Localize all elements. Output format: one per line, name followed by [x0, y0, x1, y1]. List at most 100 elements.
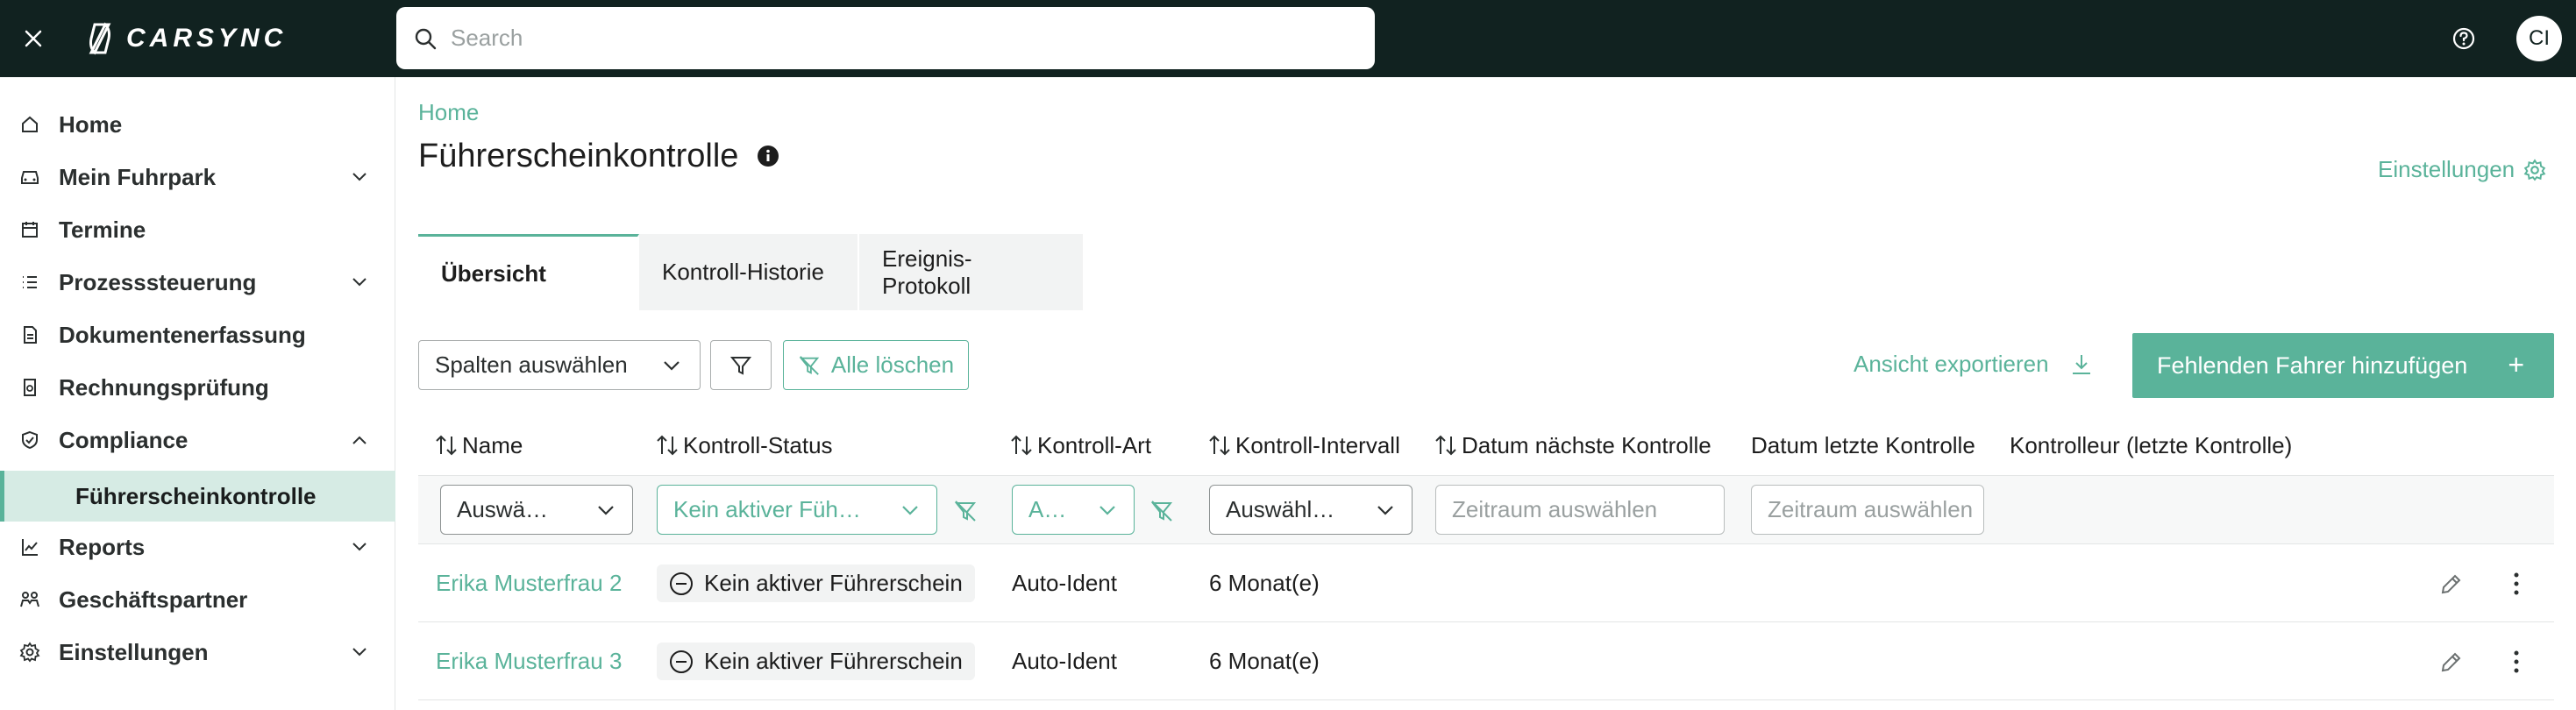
calendar-icon — [19, 219, 40, 240]
status-filter-select[interactable]: Kein aktiver Füh… — [657, 485, 937, 535]
tab-ereignis-protokoll[interactable]: Ereignis-Protokoll — [859, 234, 1085, 310]
help-icon[interactable] — [2448, 23, 2480, 54]
list-icon — [19, 272, 40, 293]
sidebar-item-home[interactable]: Home — [0, 99, 395, 150]
chevron-down-icon — [900, 500, 921, 527]
column-header-datum-letzte-kontrolle: Datum letzte Kontrolle — [1751, 431, 1975, 458]
add-missing-driver-button[interactable]: Fehlenden Fahrer hinzufügen + — [2132, 333, 2554, 398]
settings-link-label: Einstellungen — [2378, 156, 2516, 182]
selected-indicator — [0, 471, 4, 522]
info-icon[interactable] — [757, 145, 779, 167]
sidebar-item-label: Einstellungen — [59, 638, 209, 665]
column-header-name[interactable]: Name — [434, 415, 523, 476]
sidebar-item-label: Home — [59, 110, 123, 138]
sidebar-item-prozesssteuerung[interactable]: Prozesssteuerung — [0, 257, 395, 308]
edit-icon[interactable] — [2438, 571, 2465, 597]
intervall-cell: 6 Monat(e) — [1209, 648, 1320, 674]
columns-select[interactable]: Spalten auswählen — [418, 340, 701, 390]
chevron-down-icon — [349, 167, 370, 188]
status-cell: Kein aktiver Führerschein — [657, 622, 975, 700]
name-filter-select[interactable]: Auswä… — [440, 485, 633, 535]
chevron-down-icon — [349, 536, 370, 557]
home-icon — [19, 114, 40, 135]
search-bar[interactable] — [396, 7, 1375, 69]
art-filter-select[interactable]: A… — [1012, 485, 1135, 535]
gear-icon — [19, 642, 40, 663]
car-icon — [19, 167, 40, 188]
sidebar-item-compliance[interactable]: Compliance — [0, 415, 395, 465]
sidebar-item-rechnungspruefung[interactable]: Rechnungsprüfung — [0, 362, 395, 413]
last-date-filter-input[interactable] — [1751, 485, 1984, 535]
sort-icon — [657, 435, 678, 456]
chevron-down-icon — [661, 355, 682, 382]
breadcrumb-home[interactable]: Home — [418, 99, 479, 126]
clear-filters-label: Alle löschen — [830, 351, 955, 378]
status-chip: Kein aktiver Führerschein — [657, 643, 975, 680]
minus-circle-icon — [670, 650, 693, 673]
settings-link[interactable]: Einstellungen — [2378, 156, 2546, 183]
chart-icon — [19, 536, 40, 557]
column-header-kontroll-art[interactable]: Kontroll-Art — [1009, 415, 1151, 476]
shield-check-icon — [19, 430, 40, 451]
driver-name-link[interactable]: Erika Musterfrau 2 — [436, 544, 622, 622]
sidebar-item-mein-fuhrpark[interactable]: Mein Fuhrpark — [0, 152, 395, 202]
sidebar-item-einstellungen[interactable]: Einstellungen — [0, 627, 395, 678]
close-icon[interactable] — [18, 23, 49, 54]
sidebar-item-label: Dokumentenerfassung — [59, 321, 306, 348]
add-missing-driver-label: Fehlenden Fahrer hinzufügen — [2157, 351, 2468, 379]
search-input[interactable] — [451, 25, 1327, 52]
tab-kontroll-historie[interactable]: Kontroll-Historie — [639, 234, 859, 310]
table-row: Erika Musterfrau 3 Kein aktiver Führersc… — [418, 622, 2554, 700]
chevron-up-icon — [349, 430, 370, 451]
table-row: Erika Musterfrau 2 Kein aktiver Führersc… — [418, 544, 2554, 622]
more-options-icon[interactable] — [2503, 649, 2530, 675]
chevron-down-icon — [1097, 500, 1118, 527]
status-filter-clear-icon[interactable] — [953, 499, 978, 523]
intervall-cell: 6 Monat(e) — [1209, 570, 1320, 596]
tab-bar: Übersicht Kontroll-Historie Ereignis-Pro… — [418, 234, 1085, 310]
sidebar-item-label: Mein Fuhrpark — [59, 163, 217, 190]
sidebar: Home Mein Fuhrpark Termine Prozesssteuer… — [0, 77, 395, 710]
sidebar-item-geschaeftspartner[interactable]: Geschäftspartner — [0, 574, 395, 625]
filter-button[interactable] — [710, 340, 772, 390]
edit-icon[interactable] — [2438, 649, 2465, 675]
sidebar-subitem-fuehrerscheinkontrolle[interactable]: Führerscheinkontrolle — [0, 471, 395, 522]
art-cell: Auto-Ident — [1012, 648, 1117, 674]
driver-name-link[interactable]: Erika Musterfrau 3 — [436, 622, 622, 700]
avatar[interactable]: CI — [2516, 16, 2562, 61]
sidebar-item-reports[interactable]: Reports — [0, 522, 395, 572]
sidebar-item-termine[interactable]: Termine — [0, 204, 395, 255]
column-header-kontroll-intervall[interactable]: Kontroll-Intervall — [1207, 415, 1400, 476]
filter-row: Auswä… Kein aktiver Füh… A… Auswähl… — [418, 476, 2554, 544]
column-header-kontroll-status[interactable]: Kontroll-Status — [655, 415, 833, 476]
page-title: Führerscheinkontrolle — [418, 138, 739, 174]
top-bar: CARSYNC CI — [0, 0, 2576, 77]
carsync-logo-icon — [89, 22, 111, 55]
sort-icon — [436, 435, 457, 456]
sidebar-item-dokumentenerfassung[interactable]: Dokumentenerfassung — [0, 309, 395, 360]
gear-icon — [2523, 158, 2546, 181]
more-options-icon[interactable] — [2503, 571, 2530, 597]
column-header-datum-naechste-kontrolle[interactable]: Datum nächste Kontrolle — [1434, 415, 1711, 476]
next-date-filter-input[interactable] — [1435, 485, 1725, 535]
document-icon — [19, 324, 40, 345]
sidebar-item-label: Compliance — [59, 426, 189, 453]
download-icon — [2072, 354, 2090, 374]
partners-icon — [19, 589, 40, 610]
filter-icon — [729, 356, 752, 375]
export-view-button[interactable]: Ansicht exportieren — [1854, 351, 2093, 378]
sidebar-item-label: Rechnungsprüfung — [59, 373, 269, 401]
intervall-filter-select[interactable]: Auswähl… — [1209, 485, 1413, 535]
tab-uebersicht[interactable]: Übersicht — [418, 234, 639, 310]
sidebar-item-label: Prozesssteuerung — [59, 268, 257, 295]
chevron-down-icon — [595, 500, 616, 527]
art-filter-clear-icon[interactable] — [1149, 499, 1174, 523]
columns-select-label: Spalten auswählen — [435, 351, 628, 378]
table-header: Name Kontroll-Status Kontroll-Art Kontro… — [418, 415, 2554, 476]
chevron-down-icon — [349, 642, 370, 663]
art-cell: Auto-Ident — [1012, 570, 1117, 596]
sidebar-item-label: Reports — [59, 533, 146, 560]
sort-icon — [1209, 435, 1230, 456]
carsync-logo[interactable]: CARSYNC — [84, 19, 287, 58]
clear-filters-button[interactable]: Alle löschen — [783, 340, 969, 390]
